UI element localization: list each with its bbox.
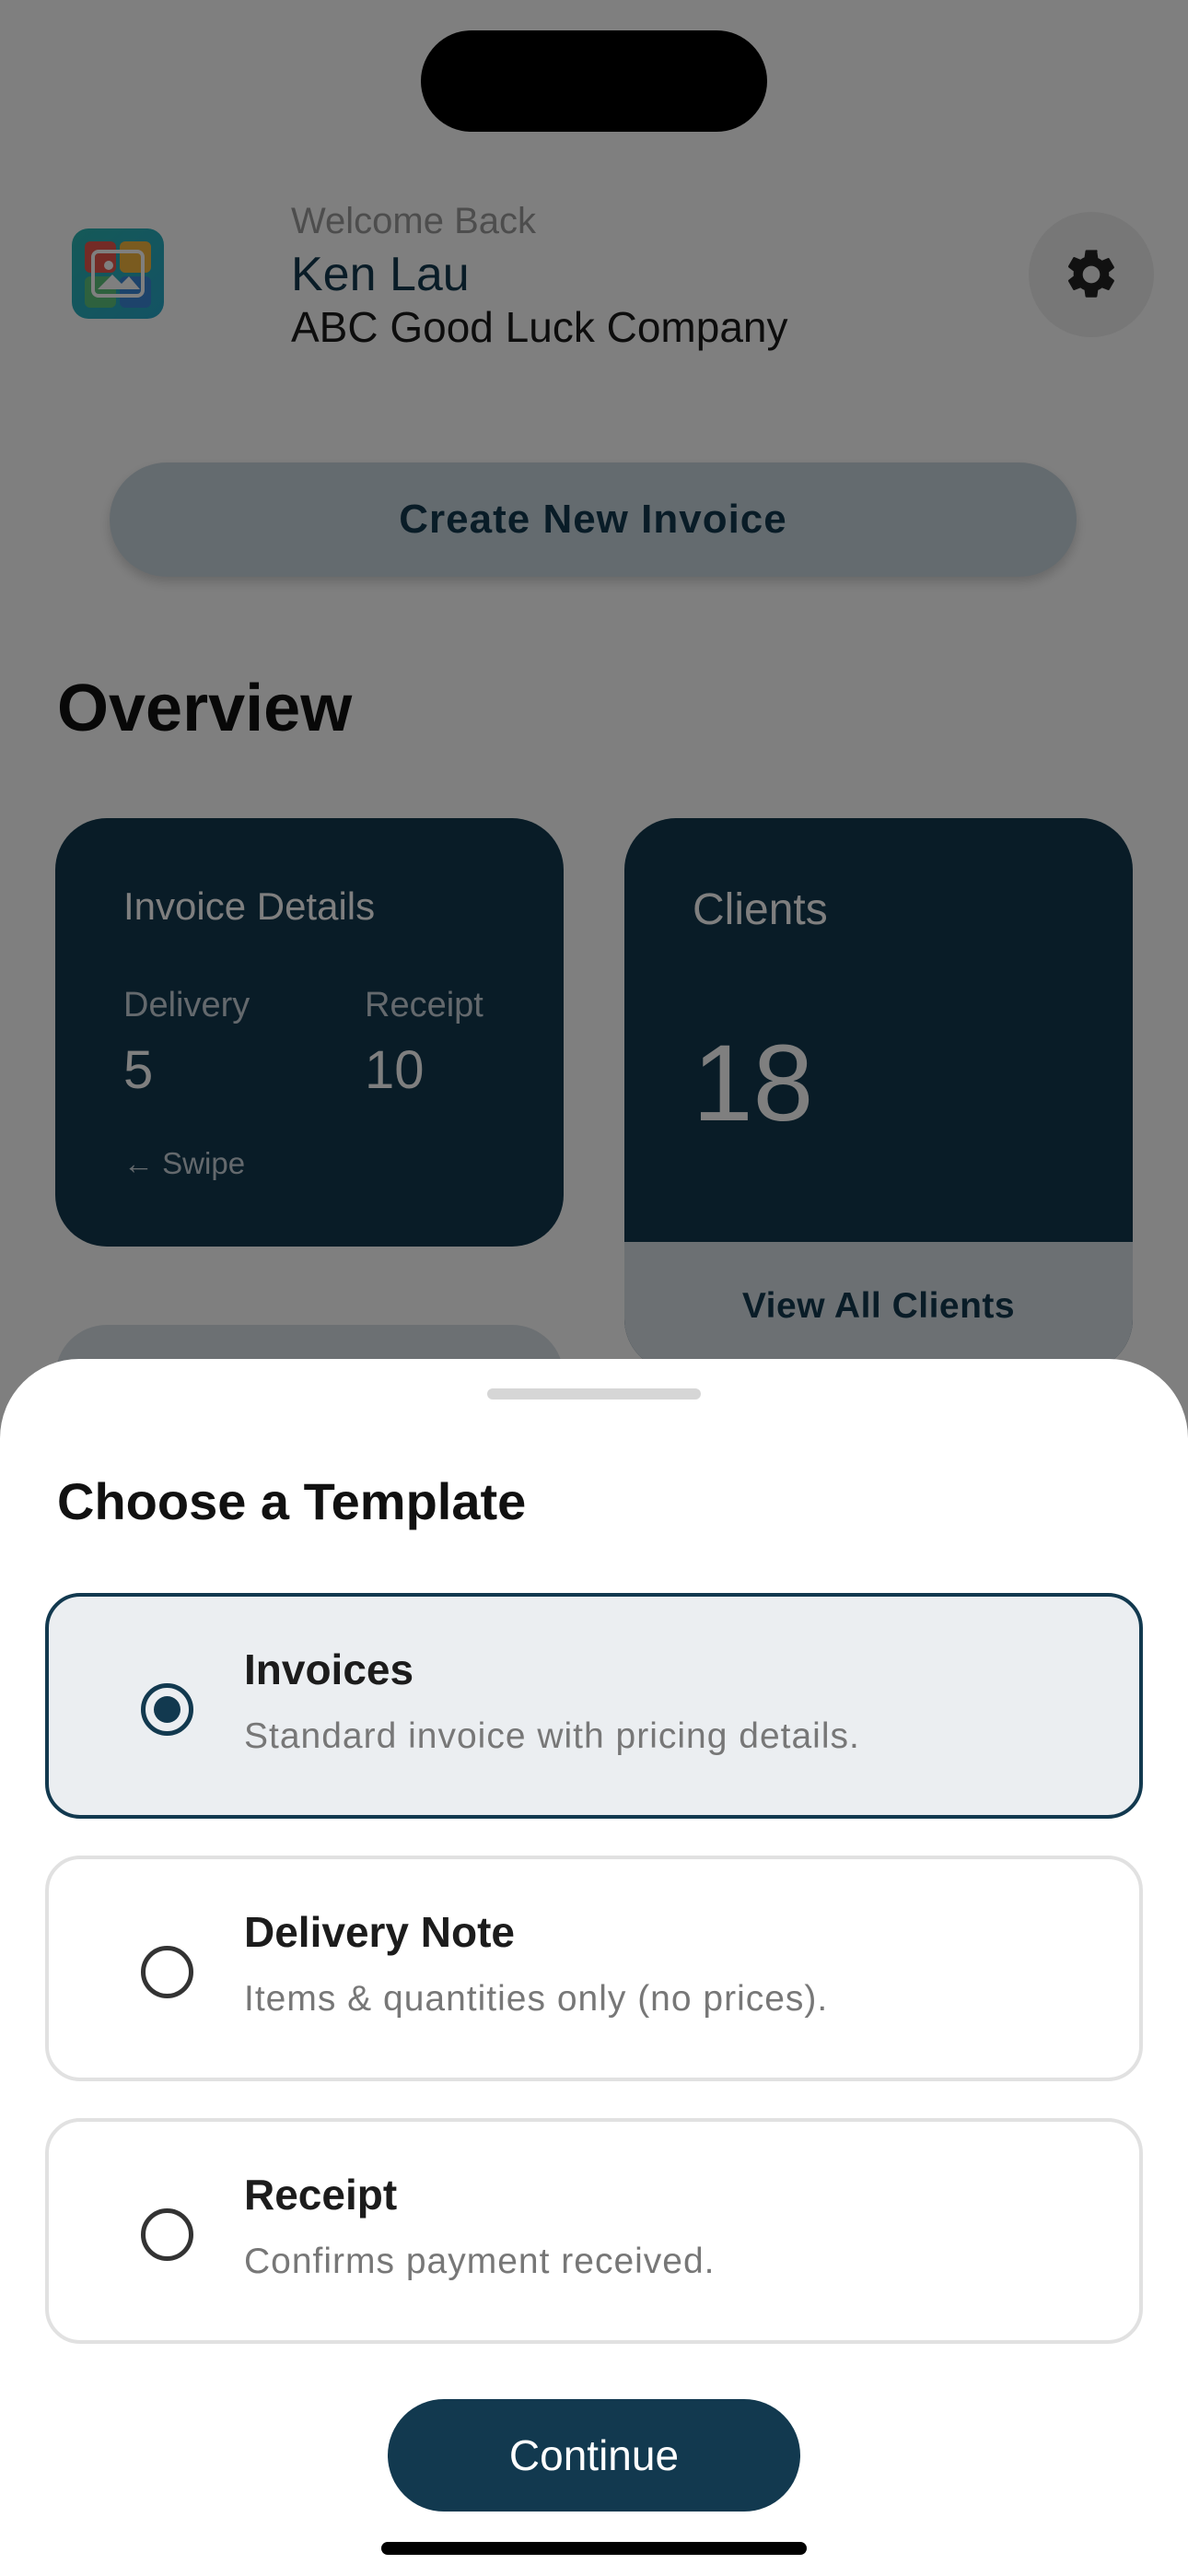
sheet-grabber[interactable] [487, 1388, 701, 1399]
radio-unselected-icon[interactable] [141, 1946, 193, 1998]
radio-unselected-icon[interactable] [141, 2208, 193, 2261]
home-indicator [381, 2542, 807, 2555]
template-option-receipt[interactable]: Receipt Confirms payment received. [45, 2118, 1143, 2344]
option-description: Standard invoice with pricing details. [244, 1716, 860, 1756]
template-option-delivery-note[interactable]: Delivery Note Items & quantities only (n… [45, 1856, 1143, 2081]
template-bottom-sheet: Choose a Template Invoices Standard invo… [0, 1359, 1188, 2576]
option-description: Items & quantities only (no prices). [244, 1979, 829, 2019]
option-title: Delivery Note [244, 1908, 516, 1956]
continue-button[interactable]: Continue [388, 2399, 800, 2512]
sheet-title: Choose a Template [57, 1472, 527, 1530]
radio-selected-icon[interactable] [141, 1683, 193, 1736]
option-title: Receipt [244, 2171, 398, 2219]
template-option-invoices[interactable]: Invoices Standard invoice with pricing d… [45, 1593, 1143, 1819]
option-title: Invoices [244, 1645, 414, 1693]
option-description: Confirms payment received. [244, 2242, 716, 2281]
